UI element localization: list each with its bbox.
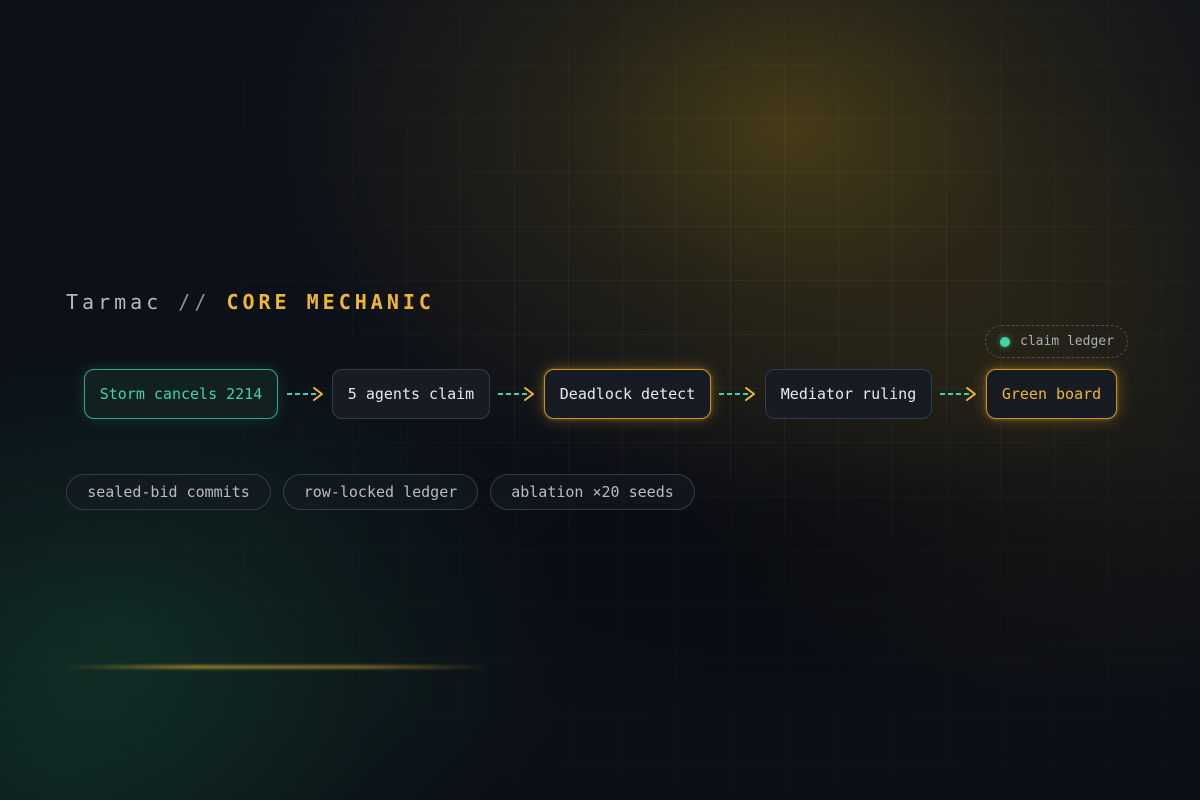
flow-node-mediator-ruling: Mediator ruling [765,369,932,419]
page-title: Tarmac // CORE MECHANIC [66,290,435,314]
flow-node-green-board: Green board [986,369,1117,419]
claim-ledger-badge: claim ledger [985,325,1128,358]
flow-arrow-icon [287,387,323,401]
tag-chip-label: ablation ×20 seeds [511,483,674,501]
claim-ledger-label: claim ledger [1020,334,1114,349]
flow-arrow-icon [940,387,976,401]
flow-node-storm-cancels: Storm cancels 2214 [84,369,278,419]
title-brand: Tarmac [66,290,163,314]
tag-chip: sealed-bid commits [66,474,271,510]
flow-node-label: 5 agents claim [347,385,475,403]
flow-node-deadlock-detect: Deadlock detect [544,369,711,419]
title-mechanic: CORE MECHANIC [226,290,435,314]
tag-chip-label: row-locked ledger [303,483,458,501]
status-dot-icon [1000,336,1010,347]
title-separator: // [178,290,211,314]
flow-node-label: Storm cancels 2214 [99,385,263,403]
tag-chip: row-locked ledger [283,474,478,510]
canvas: Tarmac // CORE MECHANIC claim ledger Sto… [0,0,1200,800]
flow-arrow-icon [719,387,755,401]
flow-node-label: Deadlock detect [559,385,696,403]
flow-node-label: Green board [1001,385,1102,403]
flow-node-label: Mediator ruling [780,385,917,403]
tag-chip: ablation ×20 seeds [490,474,695,510]
flow-arrow-icon [498,387,534,401]
decorative-glow-line [62,665,492,669]
flow-node-agents-claim: 5 agents claim [332,369,490,419]
tag-chip-label: sealed-bid commits [87,483,250,501]
